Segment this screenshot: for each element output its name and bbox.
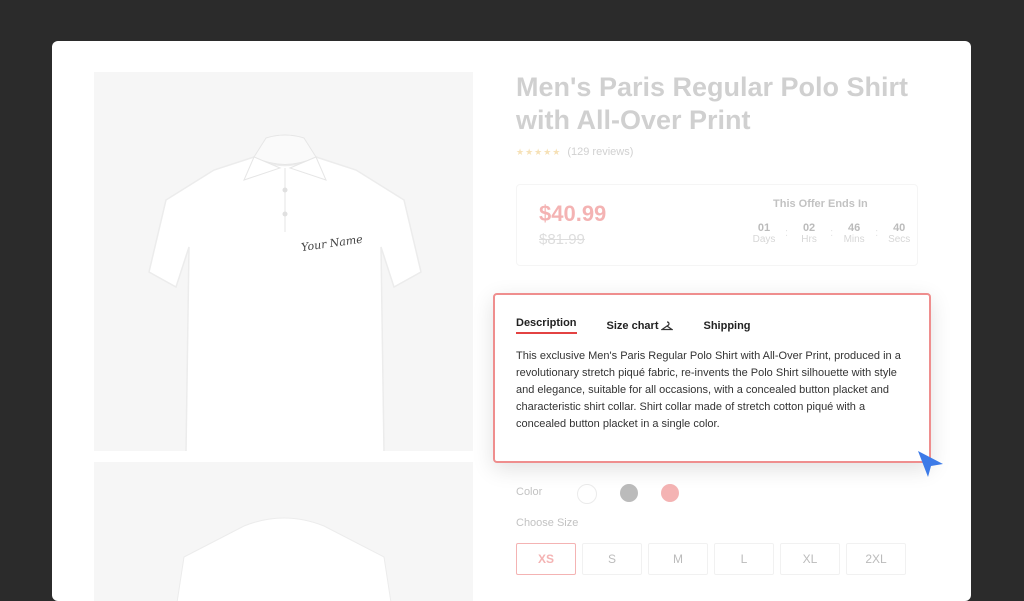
size-option-xl[interactable]: XL: [780, 543, 840, 575]
color-swatch-gray[interactable]: [620, 484, 638, 502]
tab-shipping[interactable]: Shipping: [703, 317, 750, 334]
timer-hours: 02 Hrs: [801, 222, 817, 245]
size-option-l[interactable]: L: [714, 543, 774, 575]
hanger-icon: [661, 320, 674, 330]
size-option-xs[interactable]: XS: [516, 543, 576, 575]
size-option-s[interactable]: S: [582, 543, 642, 575]
info-tabs: Description Size chart Shipping: [516, 317, 781, 334]
offer-label: This Offer Ends In: [773, 198, 868, 210]
polo-shirt-back-image: [176, 517, 392, 601]
description-text: This exclusive Men's Paris Regular Polo …: [516, 350, 901, 430]
tab-description[interactable]: Description: [516, 317, 577, 334]
polo-shirt-image: Your Name: [148, 134, 422, 453]
review-count[interactable]: (129 reviews): [567, 146, 633, 158]
product-image-secondary[interactable]: [94, 462, 473, 601]
product-image-main[interactable]: Your Name: [94, 72, 473, 453]
rating-row[interactable]: ★★★★★ (129 reviews): [516, 146, 633, 158]
countdown-timer: 01 Days : 02 Hrs : 46 Mins : 40 Secs: [749, 222, 914, 245]
star-rating-icon: ★★★★★: [516, 146, 562, 157]
pointer-cursor-icon: [918, 451, 943, 477]
color-label: Color: [516, 486, 543, 498]
color-swatch-red[interactable]: [661, 484, 679, 502]
color-swatch-white[interactable]: [577, 484, 597, 504]
size-options: XS S M L XL 2XL: [516, 543, 906, 575]
product-title: Men's Paris Regular Polo Shirt with All-…: [516, 72, 909, 135]
size-option-m[interactable]: M: [648, 543, 708, 575]
timer-seconds: 40 Secs: [888, 222, 911, 245]
timer-separator: :: [785, 227, 789, 239]
description-panel: Description Size chart Shipping This exc…: [493, 293, 931, 463]
tab-size-chart[interactable]: Size chart: [607, 317, 674, 334]
price-box: $40.99 $81.99 This Offer Ends In 01 Days…: [516, 184, 918, 266]
size-label: Choose Size: [516, 517, 579, 529]
timer-separator: :: [830, 227, 834, 239]
timer-days: 01 Days: [752, 222, 776, 245]
timer-minutes: 46 Mins: [843, 222, 865, 245]
original-price: $81.99: [539, 231, 585, 248]
size-option-2xl[interactable]: 2XL: [846, 543, 906, 575]
current-price: $40.99: [539, 201, 607, 226]
timer-separator: :: [875, 227, 879, 239]
